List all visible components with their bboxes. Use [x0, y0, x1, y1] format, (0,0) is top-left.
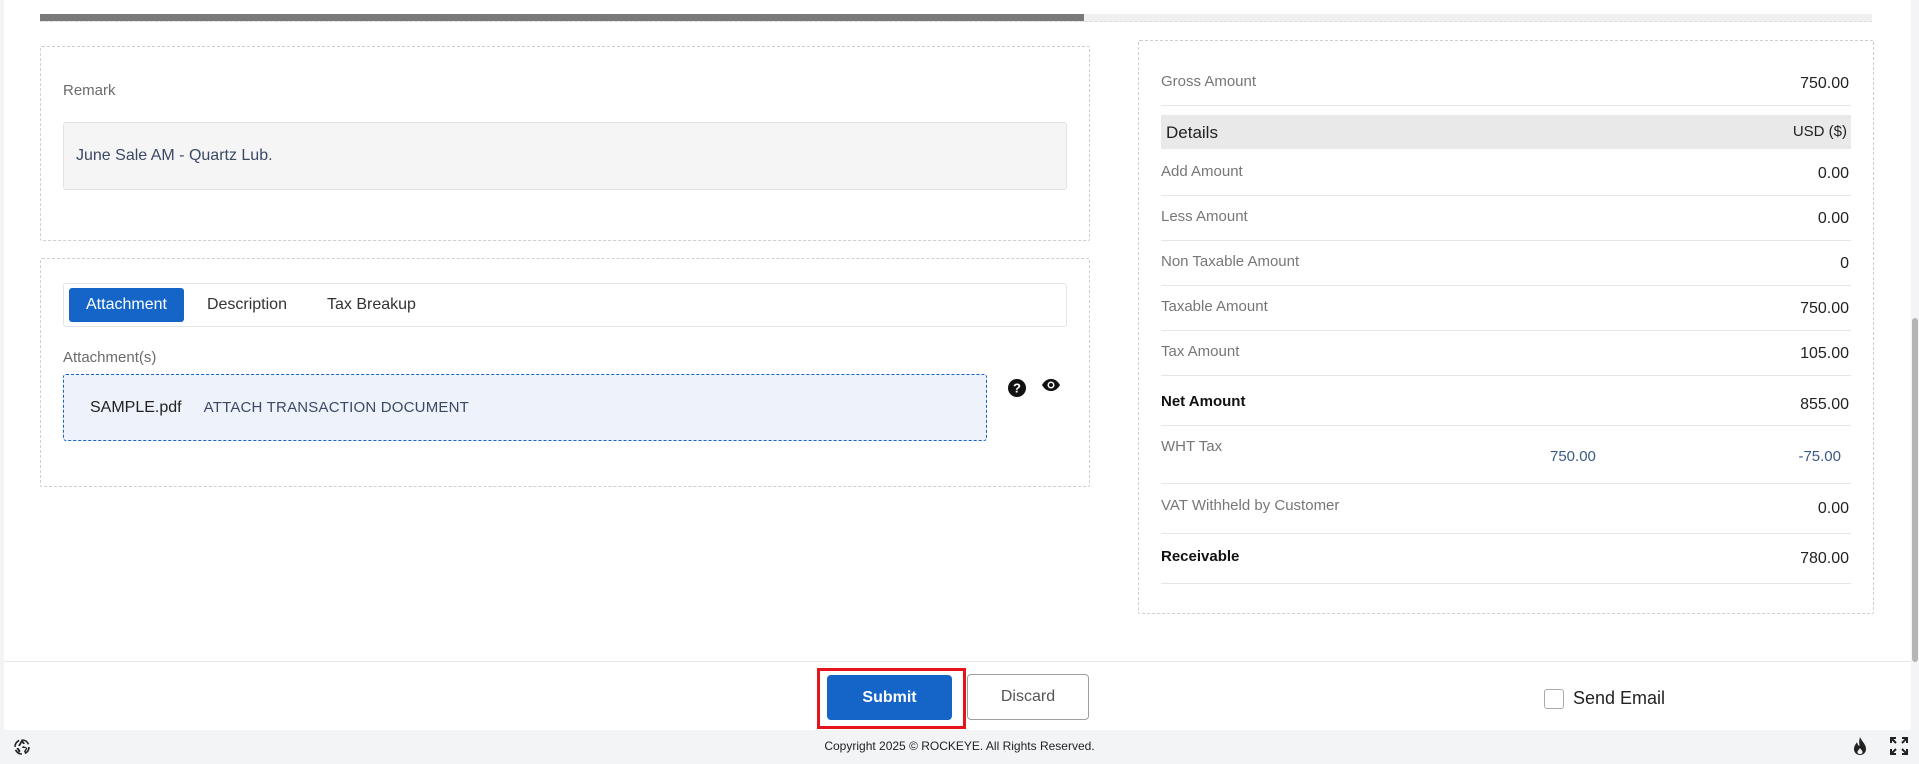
- receivable-row: Receivable 780.00: [1161, 534, 1851, 584]
- tab-tax-breakup[interactable]: Tax Breakup: [310, 288, 433, 322]
- net-amount-label: Net Amount: [1161, 393, 1246, 410]
- non-taxable-amount-label: Non Taxable Amount: [1161, 253, 1300, 270]
- taxable-amount-value: 750.00: [1800, 300, 1849, 317]
- taxable-amount-label: Taxable Amount: [1161, 298, 1268, 315]
- tab-attachment[interactable]: Attachment: [69, 288, 184, 322]
- gross-amount-row: Gross Amount 750.00: [1161, 61, 1851, 106]
- svg-text:?: ?: [1013, 381, 1021, 396]
- send-email-label[interactable]: Send Email: [1573, 688, 1665, 709]
- remark-panel: Remark June Sale AM - Quartz Lub.: [40, 46, 1090, 241]
- vat-withheld-value: 0.00: [1817, 500, 1849, 517]
- add-amount-row: Add Amount 0.00: [1161, 151, 1851, 196]
- details-header: Details USD ($): [1161, 115, 1851, 149]
- attachment-panel: Attachment Description Tax Breakup Attac…: [40, 258, 1090, 487]
- tax-amount-value: 105.00: [1800, 345, 1849, 362]
- send-email-option[interactable]: Send Email: [1544, 688, 1665, 709]
- copyright-text: Copyright 2025 © ROCKEYE. All Rights Res…: [824, 739, 1095, 753]
- tax-amount-label: Tax Amount: [1161, 343, 1240, 360]
- tab-bar: Attachment Description Tax Breakup: [63, 283, 1067, 327]
- flame-icon[interactable]: [1852, 736, 1868, 761]
- wht-tax-value: -75.00: [1798, 448, 1841, 465]
- wht-tax-label: WHT Tax: [1161, 438, 1223, 455]
- attach-document-text[interactable]: ATTACH TRANSACTION DOCUMENT: [204, 399, 469, 416]
- net-amount-row: Net Amount 855.00: [1161, 376, 1851, 426]
- receivable-value: 780.00: [1800, 550, 1849, 567]
- discard-button[interactable]: Discard: [967, 674, 1089, 720]
- remark-label: Remark: [63, 82, 116, 99]
- add-amount-value: 0.00: [1817, 165, 1849, 182]
- status-bar: Copyright 2025 © ROCKEYE. All Rights Res…: [0, 730, 1919, 764]
- vat-withheld-row: VAT Withheld by Customer 0.00: [1161, 484, 1851, 534]
- net-amount-value: 855.00: [1800, 396, 1849, 413]
- gross-amount-label: Gross Amount: [1161, 73, 1257, 90]
- non-taxable-amount-row: Non Taxable Amount 0: [1161, 241, 1851, 286]
- wht-tax-row: WHT Tax 750.00 -75.00: [1161, 426, 1851, 484]
- receivable-label: Receivable: [1161, 548, 1240, 565]
- tax-amount-row: Tax Amount 105.00: [1161, 331, 1851, 376]
- attachments-label: Attachment(s): [63, 349, 157, 366]
- attached-file-name[interactable]: SAMPLE.pdf: [90, 399, 182, 417]
- vat-withheld-label: VAT Withheld by Customer: [1161, 497, 1340, 514]
- currency-label: USD ($): [1792, 123, 1847, 140]
- progress-fill: [40, 14, 1085, 21]
- less-amount-label: Less Amount: [1161, 208, 1248, 225]
- less-amount-row: Less Amount 0.00: [1161, 196, 1851, 241]
- amount-summary-panel: Gross Amount 750.00 Details USD ($) Add …: [1138, 40, 1874, 614]
- scrollbar-thumb[interactable]: [1912, 318, 1918, 662]
- add-amount-label: Add Amount: [1161, 163, 1243, 180]
- details-label: Details: [1166, 123, 1218, 142]
- remark-field[interactable]: June Sale AM - Quartz Lub.: [63, 122, 1067, 190]
- wht-tax-base: 750.00: [1550, 448, 1596, 465]
- progress-bar: [40, 14, 1872, 22]
- tab-description[interactable]: Description: [190, 288, 304, 322]
- help-icon[interactable]: ?: [1007, 378, 1027, 398]
- attachment-dropzone[interactable]: SAMPLE.pdf ATTACH TRANSACTION DOCUMENT: [63, 374, 987, 441]
- send-email-checkbox[interactable]: [1544, 688, 1564, 709]
- non-taxable-amount-value: 0: [1840, 255, 1849, 272]
- fullscreen-icon[interactable]: [1890, 737, 1908, 760]
- taxable-amount-row: Taxable Amount 750.00: [1161, 286, 1851, 331]
- submit-button[interactable]: Submit: [827, 675, 952, 720]
- gross-amount-value: 750.00: [1800, 75, 1849, 92]
- less-amount-value: 0.00: [1817, 210, 1849, 227]
- eye-icon[interactable]: [1041, 375, 1061, 395]
